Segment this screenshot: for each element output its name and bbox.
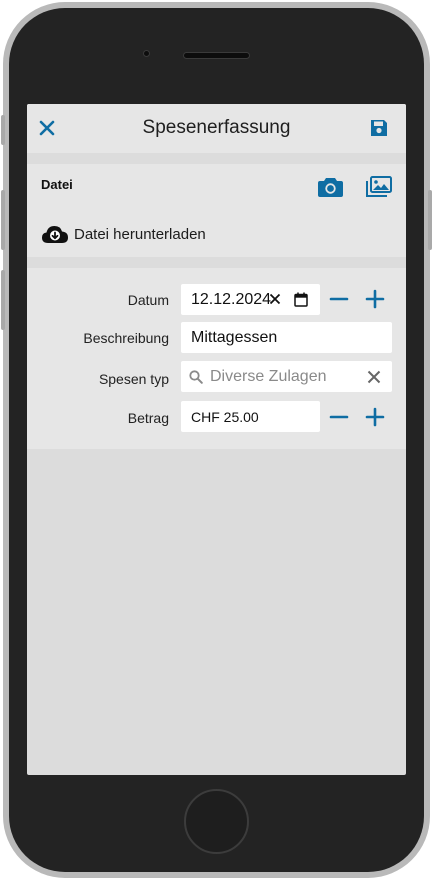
date-label: Datum (127, 292, 169, 308)
power-button (428, 190, 432, 250)
expense-type-select[interactable]: Diverse Zulagen (181, 361, 392, 392)
description-value: Mittagessen (191, 328, 278, 346)
earpiece-speaker (183, 52, 250, 59)
clear-date-icon[interactable] (269, 293, 281, 305)
home-button[interactable] (184, 789, 249, 854)
amount-input[interactable]: CHF 25.00 (181, 401, 320, 432)
date-decrement-button[interactable] (328, 288, 350, 310)
description-label: Beschreibung (83, 330, 169, 346)
images-icon[interactable] (366, 176, 392, 198)
clear-expense-type-icon[interactable] (367, 370, 381, 384)
app-screen: Spesenerfassung Datei Datei herunterlade… (27, 104, 406, 775)
amount-decrement-button[interactable] (328, 406, 350, 428)
amount-label: Betrag (127, 410, 169, 426)
camera-icon[interactable] (318, 177, 343, 197)
mute-switch (1, 115, 5, 145)
date-field[interactable]: 12.12.2024 (181, 284, 320, 315)
cloud-download-icon (42, 226, 68, 243)
close-icon[interactable] (38, 119, 56, 137)
date-increment-button[interactable] (364, 288, 386, 310)
expense-type-label: Spesen typ (98, 371, 169, 387)
calendar-icon[interactable] (294, 292, 308, 307)
page-title: Spesenerfassung (142, 117, 291, 138)
search-icon (189, 369, 203, 384)
download-label: Datei herunterladen (74, 225, 206, 243)
amount-value: CHF 25.00 (191, 408, 259, 425)
download-file-link[interactable]: Datei herunterladen (41, 222, 206, 246)
app-header: Spesenerfassung (27, 104, 406, 153)
amount-increment-button[interactable] (364, 406, 386, 428)
volume-up-button (1, 190, 5, 250)
expense-form: Datum 12.12.2024 Beschreibung Mittagesse… (27, 268, 406, 449)
file-section-title: Datei (41, 177, 73, 192)
expense-type-placeholder: Diverse Zulagen (210, 367, 327, 385)
volume-down-button (1, 270, 5, 330)
date-value: 12.12.2024 (191, 290, 272, 308)
front-camera (143, 50, 150, 57)
description-input[interactable]: Mittagessen (181, 322, 392, 353)
save-icon[interactable] (369, 118, 389, 138)
